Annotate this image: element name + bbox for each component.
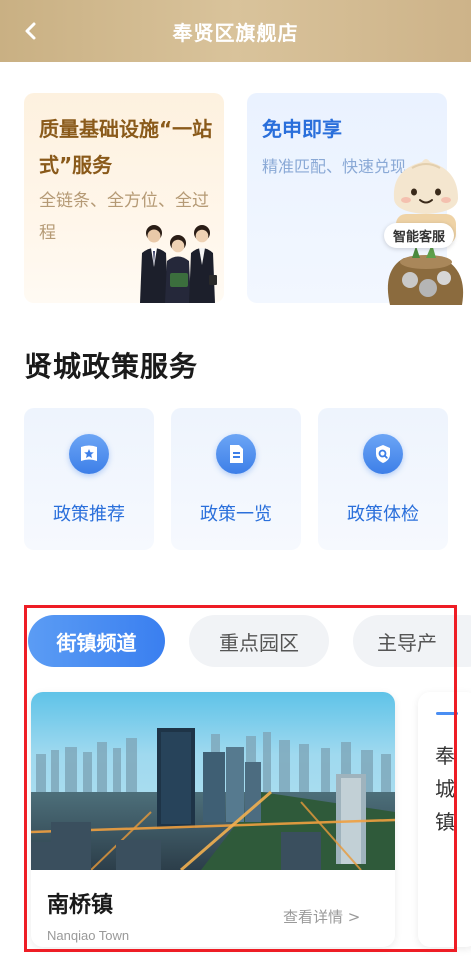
policy-checkup-label: 政策体检: [347, 504, 419, 525]
book-star-icon: [69, 434, 109, 474]
quality-card-title: 质量基础设施“一站式”服务: [39, 117, 213, 177]
back-button[interactable]: [14, 14, 48, 48]
policy-overview-button[interactable]: 政策一览: [171, 408, 301, 550]
page-title: 奉贤区旗舰店: [172, 20, 299, 45]
assistant-label[interactable]: 智能客服: [384, 223, 455, 248]
instant-benefit-title: 免申即享: [262, 117, 342, 141]
chevron-left-icon: [25, 22, 36, 40]
highlight-box: [24, 605, 457, 952]
policy-recommend-label: 政策推荐: [53, 504, 125, 525]
policy-overview-label: 政策一览: [200, 504, 272, 525]
document-list-icon: [216, 434, 256, 474]
shield-search-icon: [363, 434, 403, 474]
policy-recommend-button[interactable]: 政策推荐: [24, 408, 154, 550]
business-people-image: [140, 225, 217, 303]
policy-checkup-button[interactable]: 政策体检: [318, 408, 448, 550]
quality-infrastructure-card[interactable]: 质量基础设施“一站式”服务 全链条、全方位、全过程: [24, 93, 224, 303]
policy-section-title: 贤城政策服务: [24, 350, 199, 383]
header-bar: 奉贤区旗舰店: [0, 0, 471, 62]
